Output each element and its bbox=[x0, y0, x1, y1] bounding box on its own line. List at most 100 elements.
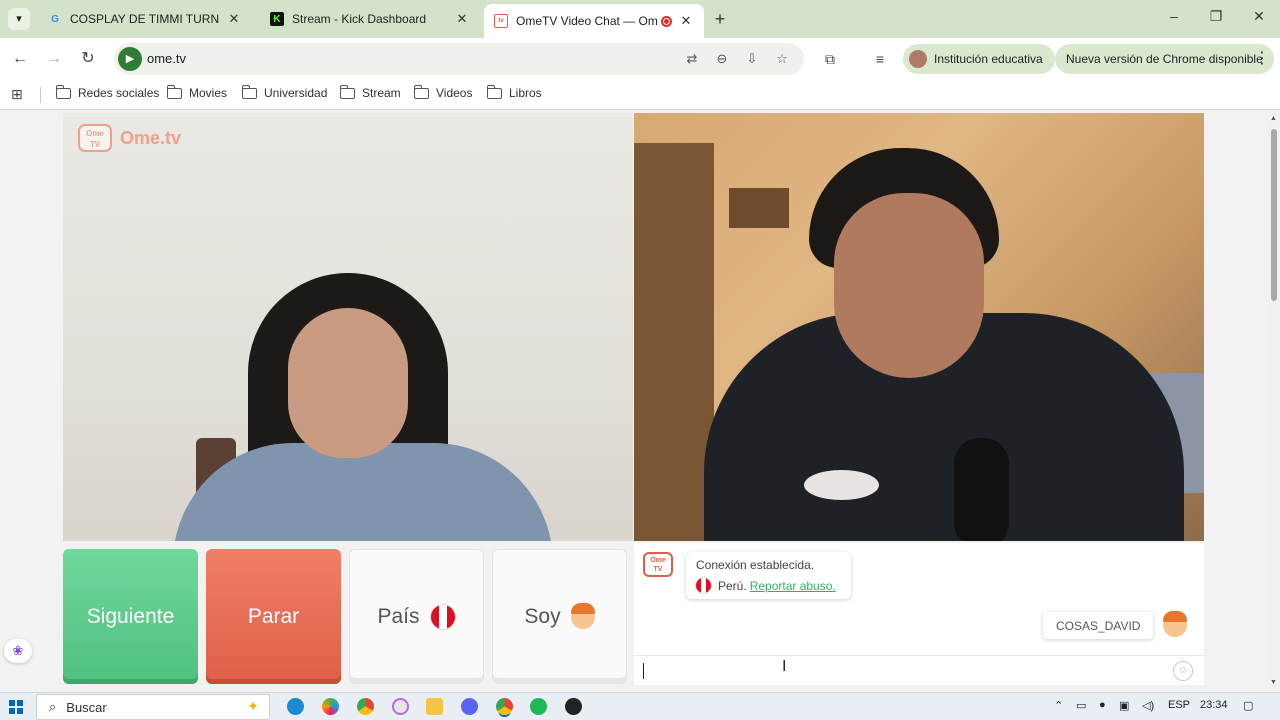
apps-grid-icon[interactable]: ⊞ bbox=[11, 87, 25, 101]
obs-icon[interactable] bbox=[565, 698, 582, 715]
bookmark-libros[interactable]: Libros bbox=[486, 84, 542, 100]
bookmark-star-icon[interactable]: ☆ bbox=[773, 50, 791, 68]
bookmark-videos[interactable]: Videos bbox=[413, 84, 473, 100]
copilot-icon[interactable] bbox=[322, 698, 339, 715]
taskbar-search[interactable]: ⌕ Buscar ✦ bbox=[36, 694, 270, 720]
language-indicator[interactable]: ESP bbox=[1168, 699, 1190, 711]
scroll-thumb[interactable] bbox=[1271, 129, 1277, 301]
report-abuse-link[interactable]: Reportar abuso. bbox=[750, 579, 836, 593]
tab-cosplay[interactable]: G COSPLAY DE TIMMI TURNER DI ✕ bbox=[38, 4, 252, 34]
menu-icon[interactable]: ⋮ bbox=[1254, 48, 1270, 68]
folder-icon bbox=[166, 84, 182, 99]
microphone bbox=[954, 438, 1009, 541]
back-button[interactable]: ← bbox=[9, 48, 31, 70]
close-icon[interactable]: ✕ bbox=[226, 11, 242, 27]
profile-chip[interactable]: Institución educativa bbox=[903, 44, 1055, 74]
text-cursor-icon: I bbox=[782, 658, 787, 675]
tab-search-button[interactable]: ▾ bbox=[8, 8, 30, 30]
tab-title: COSPLAY DE TIMMI TURNER DI bbox=[70, 12, 220, 26]
bookmark-movies[interactable]: Movies bbox=[166, 84, 228, 100]
new-tab-button[interactable]: + bbox=[710, 9, 730, 30]
microphone-icon[interactable]: ● bbox=[1099, 699, 1106, 711]
wardrobe bbox=[634, 143, 714, 541]
address-bar[interactable]: ▶ ome.tv ⇄ ⊖ ⇩ ☆ bbox=[114, 43, 804, 75]
close-window-button[interactable]: ✕ bbox=[1249, 8, 1269, 25]
scrollbar[interactable]: ▲ ▼ bbox=[1268, 111, 1280, 689]
scroll-up-icon[interactable]: ▲ bbox=[1270, 115, 1277, 122]
stop-button[interactable]: Parar bbox=[206, 549, 341, 684]
forward-button[interactable]: → bbox=[43, 48, 65, 70]
search-placeholder: Buscar bbox=[66, 699, 107, 715]
bookmark-label: Movies bbox=[189, 86, 228, 100]
chrome-icon[interactable] bbox=[357, 698, 374, 715]
camera-icon[interactable]: ▶ bbox=[118, 47, 142, 71]
system-message: Conexión establecida. Perú. Reportar abu… bbox=[686, 552, 851, 599]
extension-bubble-icon[interactable]: ❀ bbox=[4, 639, 32, 663]
folder-icon bbox=[339, 84, 355, 99]
tab-title: OmeTV Video Chat — Ome bbox=[516, 14, 657, 28]
bookmark-redes-sociales[interactable]: Redes sociales bbox=[55, 84, 159, 100]
network-icon[interactable]: ▣ bbox=[1119, 699, 1129, 712]
zoom-icon[interactable]: ⊖ bbox=[713, 50, 731, 68]
minimize-button[interactable]: – bbox=[1164, 8, 1184, 24]
install-app-icon[interactable]: ⇩ bbox=[743, 50, 761, 68]
person-face bbox=[834, 193, 984, 378]
bookmark-universidad[interactable]: Universidad bbox=[241, 84, 328, 100]
connection-status: Conexión establecida. bbox=[696, 558, 815, 572]
profile-label: Institución educativa bbox=[934, 52, 1043, 66]
ometv-logo[interactable]: Ome TV Ome.tv bbox=[78, 124, 181, 152]
remote-video bbox=[634, 113, 1204, 541]
scroll-down-icon[interactable]: ▼ bbox=[1270, 679, 1277, 686]
gender-label: Soy bbox=[524, 604, 561, 628]
country-name: Perú. bbox=[718, 578, 747, 593]
shelf bbox=[729, 188, 789, 228]
bookmark-label: Videos bbox=[436, 86, 473, 100]
battery-icon[interactable]: ▭ bbox=[1076, 699, 1086, 712]
tab-ometv[interactable]: tv OmeTV Video Chat — Ome ✕ bbox=[484, 4, 704, 38]
bookmark-label: Universidad bbox=[264, 86, 328, 100]
username-tag: COSAS_DAVID bbox=[1043, 612, 1154, 639]
kick-icon: K bbox=[270, 12, 284, 26]
divider bbox=[40, 87, 41, 103]
spotify-icon[interactable] bbox=[530, 698, 547, 715]
chrome-update-button[interactable]: Nueva versión de Chrome disponible bbox=[1055, 44, 1274, 74]
tab-kick[interactable]: K Stream - Kick Dashboard ✕ bbox=[260, 4, 480, 34]
folder-icon bbox=[55, 84, 71, 99]
windows-taskbar: ⌕ Buscar ✦ ⌃ ▭ ● ▣ ◁) ESP 23:34 ▢ bbox=[0, 692, 1280, 720]
close-icon[interactable]: ✕ bbox=[678, 13, 694, 29]
edge-icon[interactable] bbox=[287, 698, 304, 715]
extensions-icon[interactable]: ⧉ bbox=[820, 49, 840, 69]
emoji-icon[interactable]: ☺ bbox=[1173, 661, 1193, 681]
chrome-active-icon[interactable] bbox=[496, 698, 513, 715]
recording-icon bbox=[661, 15, 672, 27]
media-controls-icon[interactable]: ≡ bbox=[870, 49, 890, 69]
gender-button[interactable]: Soy bbox=[492, 549, 627, 684]
clock[interactable]: 23:34 bbox=[1200, 699, 1228, 711]
bookmark-label: Stream bbox=[362, 86, 401, 100]
username: COSAS_DAVID bbox=[1056, 618, 1141, 633]
ometv-chat-icon: Ome TV bbox=[643, 552, 673, 577]
restore-button[interactable]: ❐ bbox=[1206, 8, 1226, 25]
volume-icon[interactable]: ◁) bbox=[1142, 699, 1154, 712]
next-button[interactable]: Siguiente bbox=[63, 549, 198, 684]
chevron-up-icon[interactable]: ⌃ bbox=[1054, 699, 1063, 712]
local-video bbox=[63, 113, 633, 541]
stop-label: Parar bbox=[247, 604, 300, 628]
person-face bbox=[288, 308, 408, 458]
translate-icon[interactable]: ⇄ bbox=[683, 50, 701, 68]
discord-icon[interactable] bbox=[461, 698, 478, 715]
app-icon[interactable] bbox=[392, 698, 409, 715]
country-button[interactable]: País bbox=[349, 549, 484, 684]
close-icon[interactable]: ✕ bbox=[454, 11, 470, 27]
windows-start-icon[interactable] bbox=[9, 700, 23, 714]
notifications-icon[interactable]: ▢ bbox=[1243, 699, 1253, 712]
tab-strip: ▾ G COSPLAY DE TIMMI TURNER DI ✕ K Strea… bbox=[0, 0, 1280, 38]
next-label: Siguiente bbox=[86, 604, 175, 628]
boy-avatar-icon bbox=[1163, 611, 1187, 637]
copilot-sparkle-icon[interactable]: ✦ bbox=[247, 698, 259, 715]
reload-button[interactable]: ↻ bbox=[77, 48, 99, 70]
file-explorer-icon[interactable] bbox=[426, 698, 443, 715]
bookmark-stream[interactable]: Stream bbox=[339, 84, 401, 100]
boy-icon bbox=[570, 602, 595, 629]
chat-input[interactable]: ☺ bbox=[634, 655, 1204, 685]
